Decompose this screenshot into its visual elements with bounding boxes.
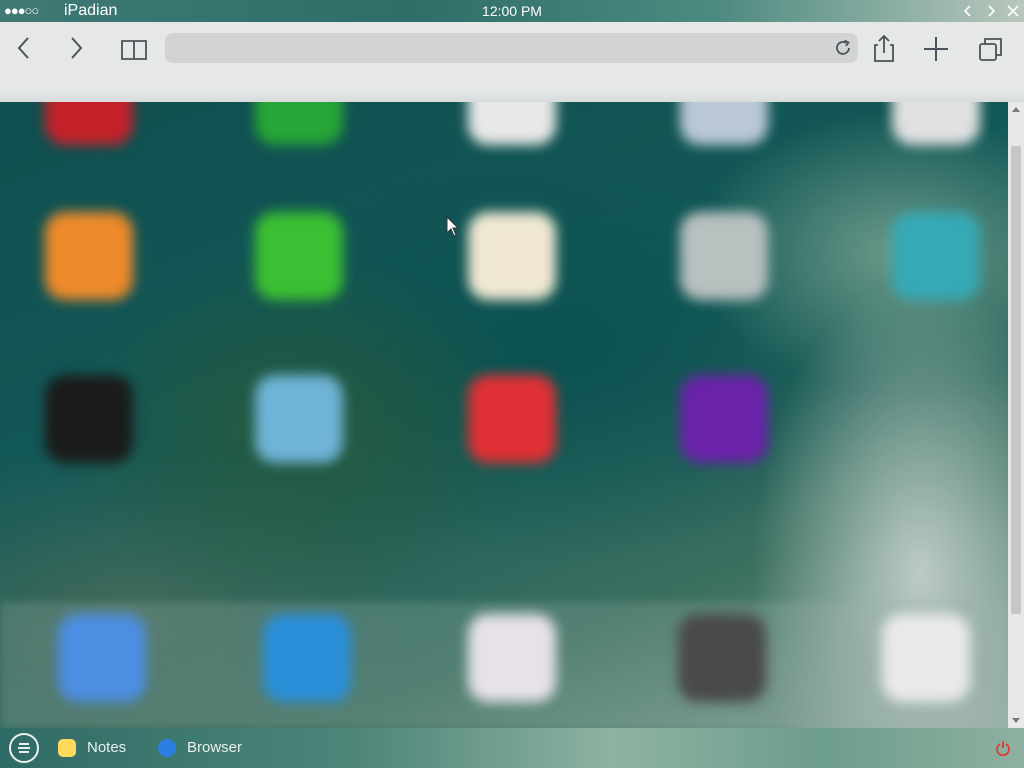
background-app-icon[interactable] <box>45 375 133 463</box>
browser-viewport[interactable] <box>0 102 1008 728</box>
window-back-icon[interactable] <box>960 3 976 19</box>
taskbar-item-browser[interactable]: Browser <box>158 728 258 768</box>
window-forward-icon[interactable] <box>983 3 999 19</box>
toolbar-bottom-strip <box>0 86 1024 102</box>
vertical-scrollbar[interactable] <box>1008 102 1024 728</box>
scroll-down-arrow-icon[interactable] <box>1012 716 1020 724</box>
window-close-icon[interactable] <box>1005 3 1021 19</box>
taskbar: Notes Browser <box>0 728 1024 768</box>
scroll-up-arrow-icon[interactable] <box>1012 106 1020 114</box>
dock-app-icon[interactable] <box>882 614 970 702</box>
taskbar-item-label: Browser <box>187 739 243 756</box>
forward-button[interactable] <box>58 31 98 67</box>
browser-compass-icon <box>158 739 176 757</box>
background-app-icon[interactable] <box>680 375 768 463</box>
dock-app-icon[interactable] <box>468 614 556 702</box>
add-tab-icon <box>924 37 948 61</box>
scroll-thumb[interactable] <box>1011 146 1021 614</box>
bookmarks-button[interactable] <box>115 31 155 67</box>
tabs-overview-button[interactable] <box>970 31 1010 67</box>
dock-app-icon[interactable] <box>58 614 146 702</box>
bookmarks-icon <box>121 40 147 60</box>
background-app-icon[interactable] <box>45 102 133 145</box>
background-app-icon[interactable] <box>45 212 133 300</box>
power-icon[interactable] <box>995 740 1011 756</box>
share-button[interactable] <box>864 31 904 67</box>
status-clock: 12:00 PM <box>482 3 542 19</box>
address-bar[interactable] <box>165 33 858 65</box>
start-button[interactable] <box>9 733 39 763</box>
browser-toolbar <box>0 22 1024 102</box>
reload-button[interactable] <box>832 37 854 59</box>
mouse-cursor-icon <box>446 216 460 237</box>
background-app-icon[interactable] <box>255 102 343 145</box>
background-app-icon[interactable] <box>468 375 556 463</box>
background-app-icon[interactable] <box>892 212 980 300</box>
url-input[interactable] <box>175 33 819 65</box>
background-app-icon[interactable] <box>680 212 768 300</box>
background-app-icon[interactable] <box>680 102 768 145</box>
forward-icon <box>71 37 83 59</box>
tabs-icon <box>979 38 1002 61</box>
background-app-icon[interactable] <box>468 212 556 300</box>
taskbar-item-label: Notes <box>87 739 127 756</box>
status-bar: ●●●○○ iPadian 12:00 PM <box>0 0 1024 22</box>
new-tab-button[interactable] <box>916 31 956 67</box>
background-app-icon[interactable] <box>255 212 343 300</box>
back-icon <box>17 37 29 59</box>
ipadian-logo-icon <box>18 743 30 753</box>
background-app-icon[interactable] <box>892 102 980 145</box>
background-app-icon[interactable] <box>255 375 343 463</box>
dock-app-icon[interactable] <box>263 614 351 702</box>
share-icon <box>874 34 894 62</box>
reload-icon <box>836 39 850 55</box>
taskbar-item-notes[interactable]: Notes <box>58 728 138 768</box>
dock-app-icon[interactable] <box>678 614 766 702</box>
background-app-icon[interactable] <box>468 102 556 145</box>
notes-icon <box>58 739 76 757</box>
back-button[interactable] <box>8 31 48 67</box>
